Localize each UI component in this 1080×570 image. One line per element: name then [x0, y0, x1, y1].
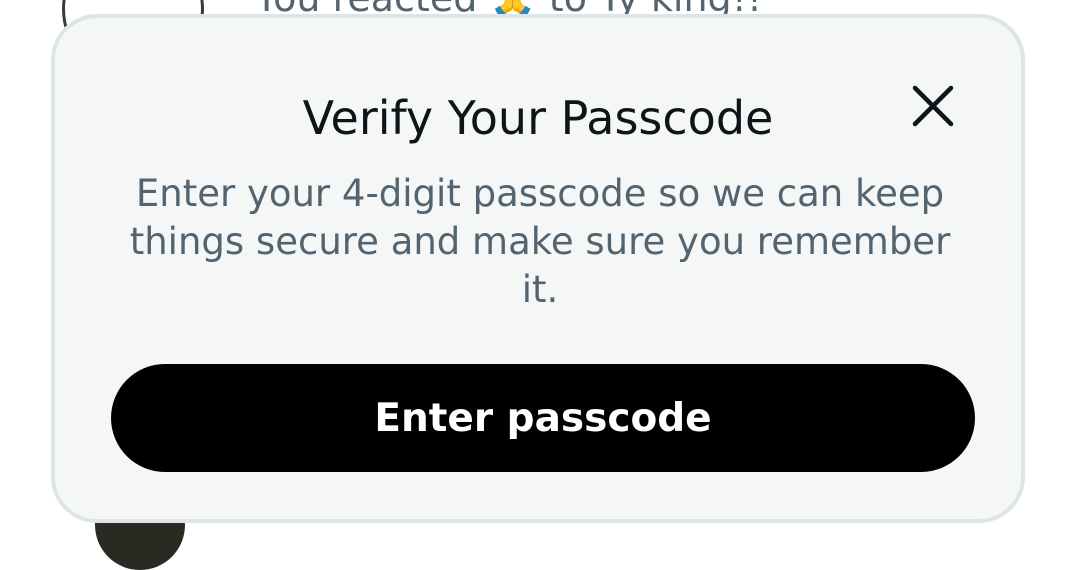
enter-passcode-button[interactable]: Enter passcode: [111, 364, 975, 472]
dialog-description: Enter your 4-digit passcode so we can ke…: [115, 170, 965, 314]
close-button[interactable]: [903, 76, 963, 136]
dialog-title: Verify Your Passcode: [55, 90, 1021, 146]
close-icon: [903, 76, 963, 136]
verify-passcode-dialog: Verify Your Passcode Enter your 4-digit …: [51, 14, 1025, 523]
